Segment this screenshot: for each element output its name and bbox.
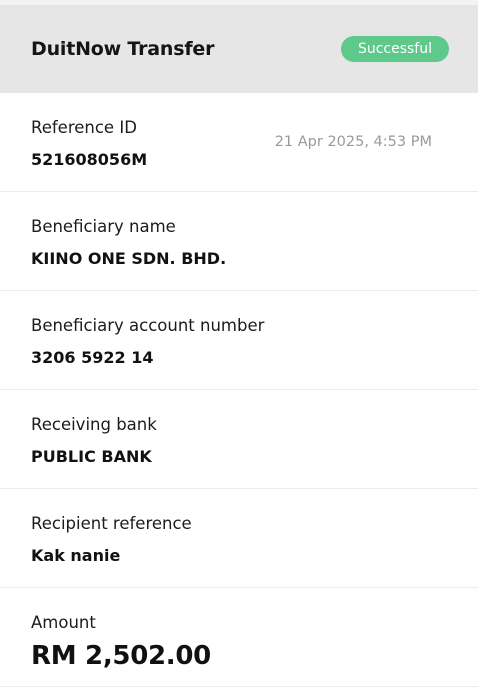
beneficiary-name-label: Beneficiary name (31, 217, 176, 236)
receiving-bank-label: Receiving bank (31, 415, 157, 434)
account-number-row: Beneficiary account number 3206 5922 14 (0, 291, 478, 390)
recipient-reference-row: Recipient reference Kak nanie (0, 489, 478, 588)
amount-value: RM 2,502.00 (31, 641, 211, 671)
amount-label: Amount (31, 613, 96, 632)
account-number-value: 3206 5922 14 (31, 348, 154, 367)
recipient-reference-value: Kak nanie (31, 546, 121, 565)
beneficiary-name-row: Beneficiary name KIINO ONE SDN. BHD. (0, 192, 478, 291)
status-badge: Successful (340, 36, 449, 62)
transaction-timestamp: 21 Apr 2025, 4:53 PM (274, 134, 432, 150)
reference-row: Reference ID 521608056M 21 Apr 2025, 4:5… (0, 93, 478, 192)
receiving-bank-row: Receiving bank PUBLIC BANK (0, 390, 478, 489)
recipient-reference-label: Recipient reference (31, 514, 192, 533)
page-title: DuitNow Transfer (31, 38, 215, 60)
reference-id-value: 521608056M (31, 150, 148, 169)
receiving-bank-value: PUBLIC BANK (31, 447, 152, 466)
account-number-label: Beneficiary account number (31, 316, 265, 335)
transfer-header: DuitNow Transfer Successful (0, 5, 478, 93)
beneficiary-name-value: KIINO ONE SDN. BHD. (31, 249, 227, 268)
amount-row: Amount RM 2,502.00 (0, 588, 478, 687)
reference-id-label: Reference ID (31, 118, 137, 137)
